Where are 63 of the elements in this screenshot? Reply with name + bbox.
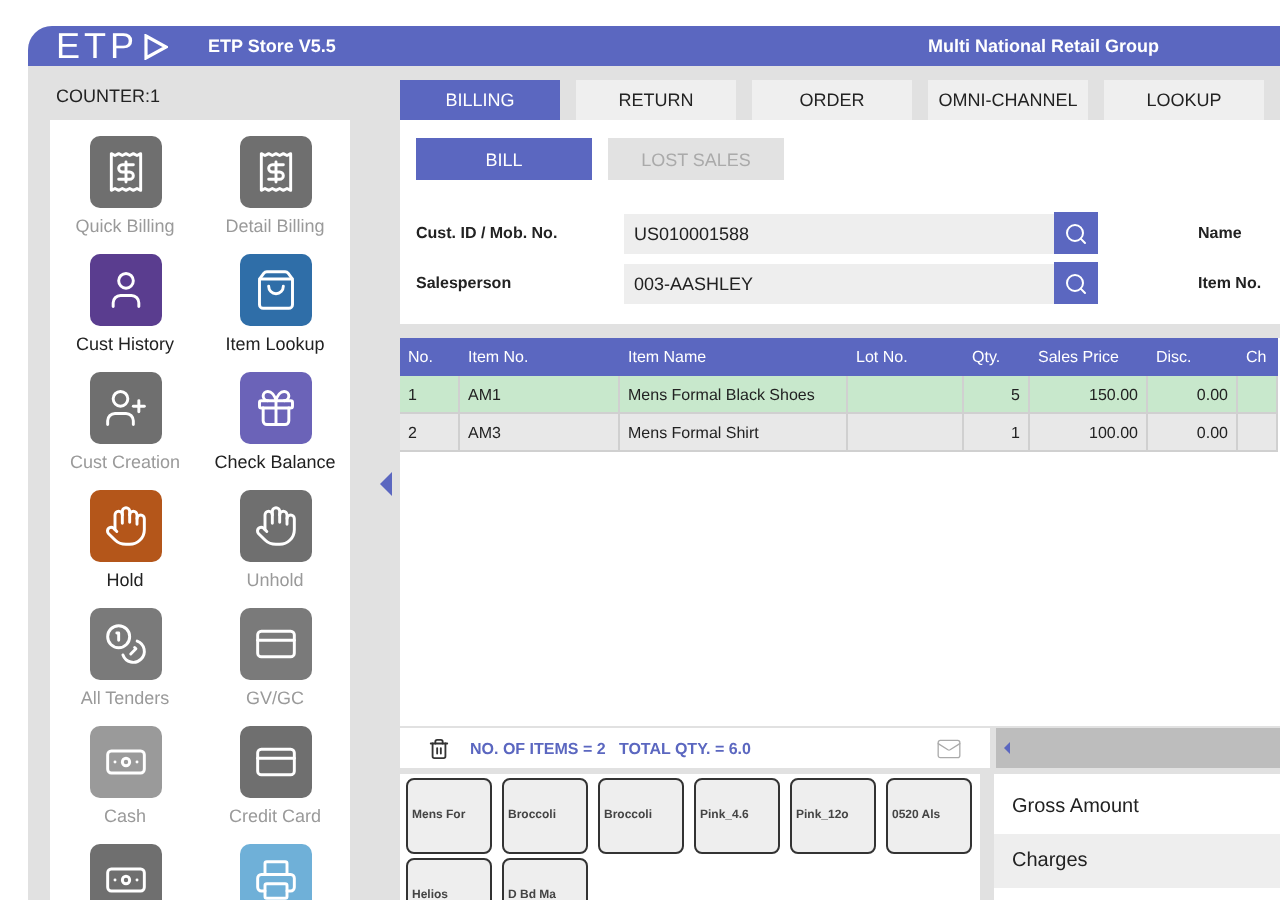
table-cell: AM1	[460, 376, 620, 414]
action-label[interactable]: Check Balance	[214, 452, 336, 472]
shopping-bag-icon[interactable]	[239, 254, 311, 326]
search-button[interactable]	[1054, 212, 1098, 254]
action-label[interactable]: Item Lookup	[225, 334, 325, 354]
column-header: Lot No.	[848, 338, 964, 376]
input-field[interactable]: US010001588	[624, 213, 1054, 253]
table-cell: Mens Formal Black Shoes	[620, 376, 848, 414]
search-button[interactable]	[1054, 262, 1098, 304]
tab[interactable]: ORDER	[752, 80, 912, 120]
hand-icon[interactable]	[239, 490, 311, 562]
column-header: Ch	[1238, 338, 1278, 376]
company-name: Multi National Retail Group	[928, 36, 1160, 56]
table-cell: Mens Formal Shirt	[620, 414, 848, 452]
field-label: Cust. ID / Mob. No.	[416, 224, 560, 242]
table-cell: AM3	[460, 414, 620, 452]
table-cell: 2	[400, 414, 460, 452]
field-label: Item No.	[1198, 274, 1262, 292]
item-count-text: NO. OF ITEMS = 2 TOTAL QTY. = 6.0	[470, 739, 753, 757]
receipt-icon[interactable]	[89, 136, 161, 208]
hand-icon[interactable]	[89, 490, 161, 562]
card-icon[interactable]	[239, 726, 311, 798]
field-label: Name	[1198, 224, 1242, 242]
table-cell: 100.00	[1030, 414, 1148, 452]
banknote-icon[interactable]	[89, 844, 161, 900]
table-cell: 1	[400, 376, 460, 414]
table-cell: 0.00	[1148, 414, 1238, 452]
coins-icon[interactable]	[89, 608, 161, 680]
action-label[interactable]: Cust History	[75, 334, 174, 354]
person-icon[interactable]	[89, 254, 161, 326]
search-icon[interactable]	[1064, 221, 1088, 245]
summary-row: Charges	[994, 834, 1280, 888]
tab[interactable]: OMNI-CHANNEL	[928, 80, 1088, 120]
trash-icon[interactable]	[428, 737, 450, 759]
scroll-left-icon[interactable]	[1004, 742, 1010, 754]
column-header: Item Name	[620, 338, 848, 376]
logo: ETP	[56, 26, 169, 67]
banknote-icon[interactable]	[89, 726, 161, 798]
column-header: Item No.	[460, 338, 620, 376]
action-label[interactable]: Hold	[106, 570, 144, 590]
search-icon[interactable]	[1064, 271, 1088, 295]
gift-icon[interactable]	[239, 372, 311, 444]
receipt-icon[interactable]	[239, 136, 311, 208]
card-icon[interactable]	[239, 608, 311, 680]
input-field[interactable]: 003-AASHLEY	[624, 263, 1054, 303]
column-header: Sales Price	[1030, 338, 1148, 376]
column-header: Disc.	[1148, 338, 1238, 376]
table-cell: 5	[964, 376, 1030, 414]
tab[interactable]: LOOKUP	[1104, 80, 1264, 120]
add-person-icon[interactable]	[89, 372, 161, 444]
table-cell: 0.00	[1148, 376, 1238, 414]
tab[interactable]: BILLING	[400, 80, 560, 120]
counter-label: COUNTER:1	[56, 86, 163, 106]
table-cell: 150.00	[1030, 376, 1148, 414]
table-cell: 1	[964, 414, 1030, 452]
sub-tab[interactable]: BILL	[416, 138, 592, 180]
store-name: ETP Store V5.5	[208, 36, 338, 56]
scroll-bar[interactable]	[996, 728, 1280, 768]
column-header: Qty.	[964, 338, 1030, 376]
column-header: No.	[400, 338, 460, 376]
collapse-arrow-icon[interactable]	[380, 471, 392, 495]
field-label: Salesperson	[416, 274, 514, 292]
tab[interactable]: RETURN	[576, 80, 736, 120]
